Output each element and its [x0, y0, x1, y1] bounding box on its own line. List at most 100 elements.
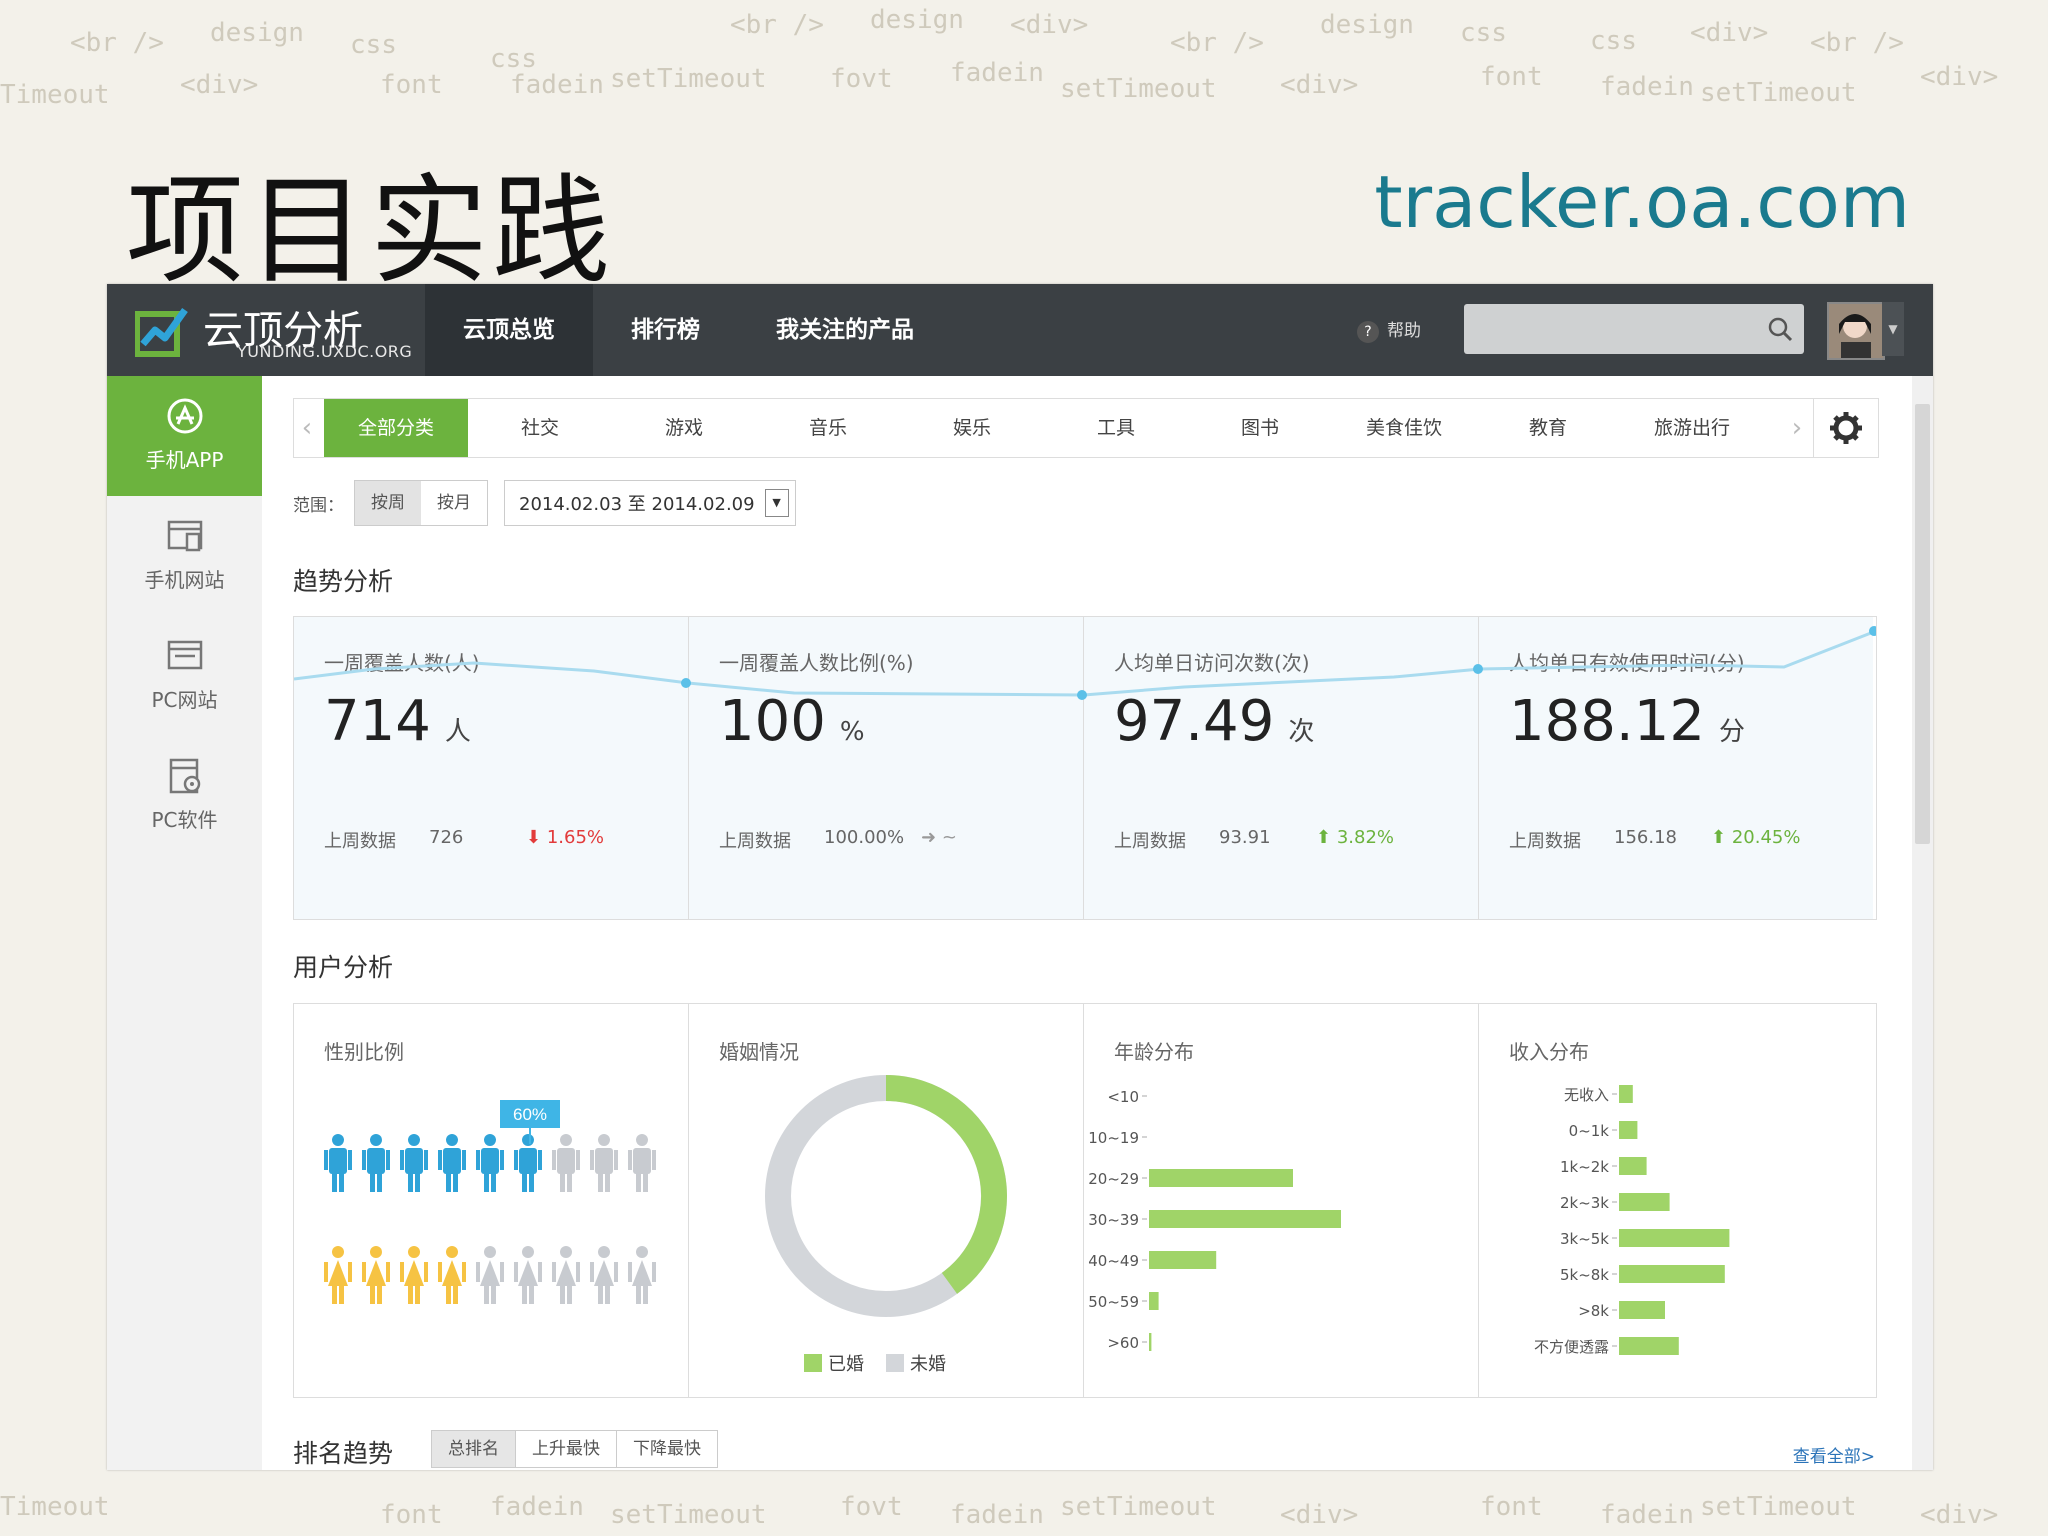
person-arm [362, 1262, 366, 1282]
male-figure-icon [362, 1134, 390, 1192]
settings-button[interactable] [1813, 399, 1878, 457]
sidebar-item-pc-software[interactable]: PC软件 [107, 736, 262, 856]
category-tab[interactable]: 游戏 [612, 399, 756, 457]
person-leg [370, 1172, 375, 1192]
person-arm [628, 1150, 632, 1170]
metric-label: 一周覆盖人数(人) [324, 651, 480, 675]
sidebar-item-label: PC网站 [151, 688, 218, 712]
legend-label: 未婚 [910, 1354, 946, 1375]
tab-fastest-falling[interactable]: 下降最快 [617, 1431, 717, 1467]
metric-card[interactable]: 人均单日有效使用时间(分) 上周数据 156.18 188.12 分 ⬆ 20.45% [1479, 617, 1873, 919]
person-leg [484, 1172, 489, 1192]
bar [1619, 1085, 1633, 1103]
metric-unit: % [839, 717, 865, 747]
category-tab[interactable]: 教育 [1476, 399, 1620, 457]
metric-card[interactable]: 一周覆盖人数(人) 上周数据 726 714 人 ⬇ 1.65% [294, 617, 689, 919]
person-arm [590, 1262, 594, 1282]
category-tab[interactable]: 美食佳饮 [1332, 399, 1476, 457]
help-link[interactable]: ? 帮助 [1357, 316, 1421, 343]
person-head [598, 1246, 610, 1258]
metric-label: 人均单日有效使用时间(分) [1509, 651, 1745, 675]
category-tab[interactable]: 图书 [1188, 399, 1332, 457]
decor-word: <div> [180, 70, 259, 100]
trend-section-title: 趋势分析 [293, 567, 394, 596]
person-arm [552, 1150, 556, 1170]
chevron-left-icon[interactable]: ‹ [294, 399, 320, 457]
person-leg [415, 1284, 420, 1304]
chevron-right-icon[interactable]: › [1784, 399, 1810, 457]
category-tab[interactable]: 音乐 [756, 399, 900, 457]
person-arm [652, 1262, 656, 1282]
range-label: 范围： [293, 495, 344, 516]
metric-value: 100% [719, 689, 865, 754]
browser-window-icon [167, 520, 202, 552]
person-arm [500, 1262, 504, 1282]
nav-followed-products[interactable]: 我关注的产品 [738, 284, 952, 376]
avatar-dropdown-icon[interactable]: ▼ [1882, 302, 1904, 356]
category-tab[interactable]: 全部分类 [324, 399, 468, 457]
decor-word: font [380, 1500, 443, 1530]
metric-prev-label: 上周数据 [324, 831, 396, 852]
person-head [636, 1246, 648, 1258]
person-arm [348, 1262, 352, 1282]
sidebar-item-mobile-web[interactable]: 手机网站 [107, 496, 262, 616]
sidebar-item-pc-web[interactable]: PC网站 [107, 616, 262, 736]
person-leg [453, 1172, 458, 1192]
decor-word: <br /> [1810, 28, 1904, 58]
nav-ranking[interactable]: 排行榜 [593, 284, 738, 376]
person-arm [386, 1150, 390, 1170]
search-icon[interactable] [1766, 315, 1794, 343]
metric-card[interactable]: 一周覆盖人数比例(%) 上周数据 100.00% 100% ➜ ~ [689, 617, 1084, 919]
category-tabs: ‹ 全部分类 社交 游戏 音乐 娱乐 工具 图书 美食佳饮 教育 旅游出行 › [293, 398, 1879, 458]
metric-unit: 次 [1288, 717, 1315, 747]
avatar[interactable] [1827, 302, 1885, 360]
range-by-month[interactable]: 按月 [421, 481, 487, 525]
person-body [632, 1260, 652, 1286]
tab-overall-rank[interactable]: 总排名 [432, 1431, 516, 1467]
person-arm [424, 1262, 428, 1282]
category-tab[interactable]: 工具 [1044, 399, 1188, 457]
category-tab[interactable]: 社交 [468, 399, 612, 457]
user-section-title: 用户分析 [293, 953, 394, 982]
person-leg [567, 1172, 572, 1192]
person-arm [576, 1150, 580, 1170]
person-arm [362, 1150, 366, 1170]
person-arm [576, 1262, 580, 1282]
person-leg [636, 1172, 641, 1192]
panel-title: 年龄分布 [1114, 1040, 1194, 1064]
background-decor-bottom: Timeout font fadein setTimeout fovt fadein set… [0, 1470, 2048, 1536]
person-body [519, 1148, 537, 1174]
metric-prev-label: 上周数据 [1509, 831, 1581, 852]
logo[interactable]: 云顶分析 YUNDING.UXDC.ORG [135, 298, 412, 362]
person-leg [491, 1284, 496, 1304]
metric-change-value: ~ [941, 827, 957, 848]
axis-tick-label: 3k~5k [1560, 1230, 1609, 1248]
decor-word: setTimeout [1060, 74, 1217, 104]
person-body [367, 1148, 385, 1174]
category-tab[interactable]: 娱乐 [900, 399, 1044, 457]
tab-fastest-rising[interactable]: 上升最快 [516, 1431, 617, 1467]
date-range-select[interactable]: 2014.02.03 至 2014.02.09 ▼ [504, 480, 796, 526]
panel-title: 婚姻情况 [719, 1040, 799, 1064]
search-input[interactable] [1464, 304, 1804, 354]
slide-url: tracker.oa.com [1374, 160, 1910, 244]
metric-number: 714 [324, 689, 431, 754]
decor-word: fadein [1600, 72, 1694, 102]
decor-word: fadein [490, 1492, 584, 1522]
decor-word: <div> [1690, 18, 1769, 48]
scrollbar[interactable] [1912, 376, 1933, 1470]
axis-tick-label: <10 [1107, 1088, 1139, 1106]
decor-word: css [350, 30, 397, 60]
view-all-link[interactable]: 查看全部> [1793, 1442, 1875, 1467]
panel-title: 性别比例 [324, 1040, 404, 1064]
sidebar-item-mobile-app[interactable]: 手机APP [107, 376, 262, 496]
scrollbar-thumb[interactable] [1915, 404, 1930, 844]
metric-change: ⬆ 20.45% [1711, 827, 1800, 848]
chevron-down-icon[interactable]: ▼ [764, 489, 789, 517]
metric-card[interactable]: 人均单日访问次数(次) 上周数据 93.91 97.49 次 ⬆ 3.82% [1084, 617, 1479, 919]
range-by-week[interactable]: 按周 [355, 481, 421, 525]
metric-prev-value: 156.18 [1614, 827, 1677, 848]
person-arm [538, 1262, 542, 1282]
nav-overview[interactable]: 云顶总览 [425, 284, 593, 376]
category-tab[interactable]: 旅游出行 [1620, 399, 1764, 457]
